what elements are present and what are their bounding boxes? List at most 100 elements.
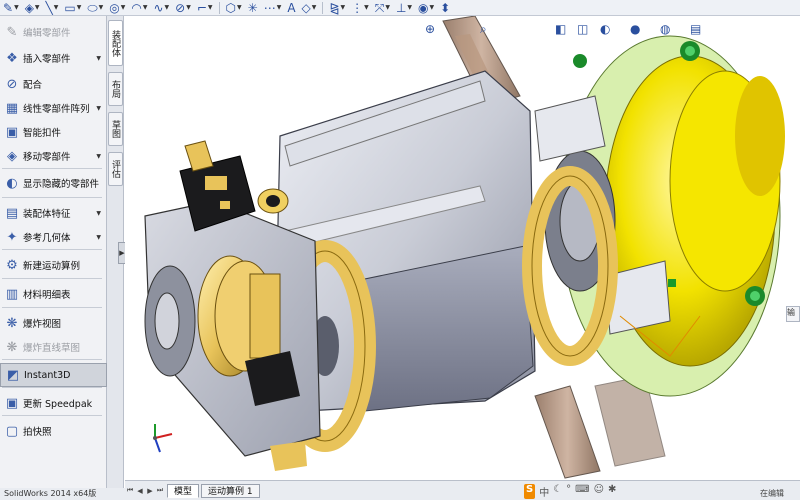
text-button[interactable]: A	[284, 0, 298, 16]
user-icon[interactable]: ☺	[594, 484, 604, 499]
command-motion-study[interactable]: ⚙ 新建运动算例	[0, 253, 107, 277]
tab-assembly[interactable]: 装配体	[108, 20, 123, 66]
quick-snaps-button[interactable]: ⬍	[437, 0, 453, 16]
command-show-hidden[interactable]: ◐ 显示隐藏的零部件	[0, 171, 107, 195]
chevron-down-icon[interactable]: ▼	[237, 4, 242, 11]
chevron-down-icon[interactable]: ▼	[340, 4, 345, 11]
chevron-down-icon[interactable]: ▼	[96, 105, 101, 112]
fillet-button[interactable]: ⌐ ▼	[194, 0, 216, 16]
last-tab-arrow-icon[interactable]: ⏭	[155, 485, 165, 497]
chevron-down-icon[interactable]: ▼	[96, 153, 101, 160]
chevron-down-icon[interactable]: ▼	[14, 4, 19, 11]
brush-holder-bottom	[534, 385, 601, 479]
chevron-down-icon[interactable]: ▼	[99, 4, 104, 11]
pattern-button[interactable]: ⋮ ▼	[348, 0, 372, 16]
mirror-button[interactable]: ⧎ ▼	[326, 0, 348, 16]
chevron-down-icon[interactable]: ▼	[208, 4, 213, 11]
keyboard-icon[interactable]: ⌨	[575, 484, 589, 499]
command-move-component[interactable]: ◈ 移动零部件 ▼	[0, 144, 107, 168]
chevron-down-icon[interactable]: ▼	[312, 4, 317, 11]
settings-icon[interactable]: ✱	[608, 484, 616, 499]
offset-button[interactable]: ◇ ▼	[299, 0, 320, 16]
point-icon: ✳	[247, 0, 258, 15]
chevron-down-icon[interactable]: ▼	[54, 4, 59, 11]
sketch-toolbar: ✎ ▼ ◈ ▼ ╲ ▼ ▭ ▼ ⬭ ▼ ◎ ▼ ◠ ▼ ∿ ▼ ⊘ ▼ ⌐ ▼ ⬡ ▼ ✳ ⋯ ▼ A ◇ ▼ ⧎ ▼ ⋮ ▼ ⤧ ▼ ⊥ ▼ ◉ ▼ ⬍	[0, 0, 800, 16]
language-icon[interactable]: 中	[539, 484, 549, 499]
bottom-tab-bar: ⏮ ◀ ▶ ⏭ 模型 运动算例 1	[125, 480, 800, 500]
offset-icon: ◇	[301, 0, 311, 15]
zoom-area-icon[interactable]: ⌕	[480, 22, 487, 37]
command-edit-component[interactable]: ✎ 编辑零部件	[0, 20, 107, 44]
line-button[interactable]: ╲ ▼	[43, 0, 62, 16]
tab-evaluate[interactable]: 评估	[108, 152, 123, 186]
view-orientation-icon[interactable]: ◧	[555, 22, 566, 36]
command-label: 显示隐藏的零部件	[23, 179, 100, 190]
ellipse-icon: ⊘	[175, 0, 186, 15]
smart-dimension-button[interactable]: ◈ ▼	[22, 0, 43, 16]
command-linear-pattern[interactable]: ▦ 线性零部件阵列 ▼	[0, 96, 107, 120]
chevron-down-icon[interactable]: ▼	[96, 234, 101, 241]
rectangle-button[interactable]: ▭ ▼	[61, 0, 84, 16]
polygon-button[interactable]: ⬡ ▼	[223, 0, 245, 16]
first-tab-arrow-icon[interactable]: ⏮	[125, 485, 135, 497]
command-explode-line-sketch[interactable]: ❋ 爆炸直线草图	[0, 335, 107, 359]
next-tab-arrow-icon[interactable]: ▶	[145, 485, 155, 497]
ellipse-button[interactable]: ⊘ ▼	[172, 0, 194, 16]
command-smart-fasteners[interactable]: ▣ 智能扣件	[0, 120, 107, 144]
chevron-down-icon[interactable]: ▼	[385, 4, 390, 11]
chevron-down-icon[interactable]: ▼	[430, 4, 435, 11]
zoom-to-fit-icon[interactable]: ⊕	[425, 22, 435, 36]
command-label: 参考几何体	[23, 233, 71, 244]
chevron-down-icon[interactable]: ▼	[77, 4, 82, 11]
command-assembly-features[interactable]: ▤ 装配体特征 ▼	[0, 201, 107, 225]
arc-button[interactable]: ◠ ▼	[128, 0, 150, 16]
input-method-logo-icon[interactable]: S	[524, 484, 536, 499]
move-entities-icon: ⤧	[374, 0, 385, 15]
graphics-viewport[interactable]: ⊕ ⌕ ◧ ◫ ◐ ● ◍ ▤	[125, 16, 800, 480]
view-settings-icon[interactable]: ▤	[690, 22, 701, 36]
chevron-down-icon[interactable]: ▼	[35, 4, 40, 11]
appearance-icon[interactable]: ●	[630, 22, 640, 36]
tab-model[interactable]: 模型	[167, 483, 200, 498]
speedpak-icon: ▣	[5, 395, 19, 411]
tab-layout[interactable]: 布局	[108, 72, 123, 106]
sketch-pencil-button[interactable]: ✎ ▼	[0, 0, 22, 16]
spline-button[interactable]: ∿ ▼	[150, 0, 172, 16]
display-style-icon[interactable]: ◫	[577, 22, 588, 36]
chevron-down-icon[interactable]: ▼	[121, 4, 126, 11]
tab-motion-study[interactable]: 运动算例 1	[201, 483, 260, 498]
polygon-icon: ⬡	[225, 0, 237, 15]
slot-button[interactable]: ⬭ ▼	[84, 0, 106, 16]
chevron-down-icon[interactable]: ▼	[96, 210, 101, 217]
moon-icon[interactable]: ☾	[553, 484, 562, 499]
side-panel-tab[interactable]: 输	[786, 306, 800, 322]
scene-icon[interactable]: ◍	[660, 22, 670, 36]
move-entities-button[interactable]: ⤧ ▼	[372, 0, 393, 16]
command-reference-geometry[interactable]: ✦ 参考几何体 ▼	[0, 225, 107, 249]
repair-sketch-button[interactable]: ◉ ▼	[415, 0, 437, 16]
command-insert-component[interactable]: ❖ 插入零部件 ▼	[0, 46, 107, 70]
chevron-down-icon[interactable]: ▼	[186, 4, 191, 11]
point-button[interactable]: ✳	[245, 0, 261, 16]
command-speedpak[interactable]: ▣ 更新 Speedpak	[0, 391, 107, 415]
punctuation-icon[interactable]: °	[566, 484, 571, 499]
chevron-down-icon[interactable]: ▼	[165, 4, 170, 11]
relations-button[interactable]: ⊥ ▼	[393, 0, 415, 16]
centerline-button[interactable]: ⋯ ▼	[261, 0, 285, 16]
chevron-down-icon[interactable]: ▼	[407, 4, 412, 11]
command-label: 装配体特征	[23, 209, 71, 220]
chevron-down-icon[interactable]: ▼	[143, 4, 148, 11]
command-instant3d[interactable]: ◩ Instant3D	[0, 363, 107, 387]
chevron-down-icon[interactable]: ▼	[364, 4, 369, 11]
circle-button[interactable]: ◎ ▼	[106, 0, 128, 16]
command-exploded-view[interactable]: ❋ 爆炸视图	[0, 311, 107, 335]
chevron-down-icon[interactable]: ▼	[277, 4, 282, 11]
command-snapshot[interactable]: ▢ 拍快照	[0, 419, 107, 443]
command-mate[interactable]: ⊘ 配合	[0, 72, 107, 96]
command-bom[interactable]: ▥ 材料明细表	[0, 282, 107, 306]
tab-sketch[interactable]: 草图	[108, 112, 123, 146]
prev-tab-arrow-icon[interactable]: ◀	[135, 485, 145, 497]
hide-show-icon[interactable]: ◐	[600, 22, 610, 36]
chevron-down-icon[interactable]: ▼	[96, 55, 101, 62]
command-label: 爆炸视图	[23, 319, 62, 330]
